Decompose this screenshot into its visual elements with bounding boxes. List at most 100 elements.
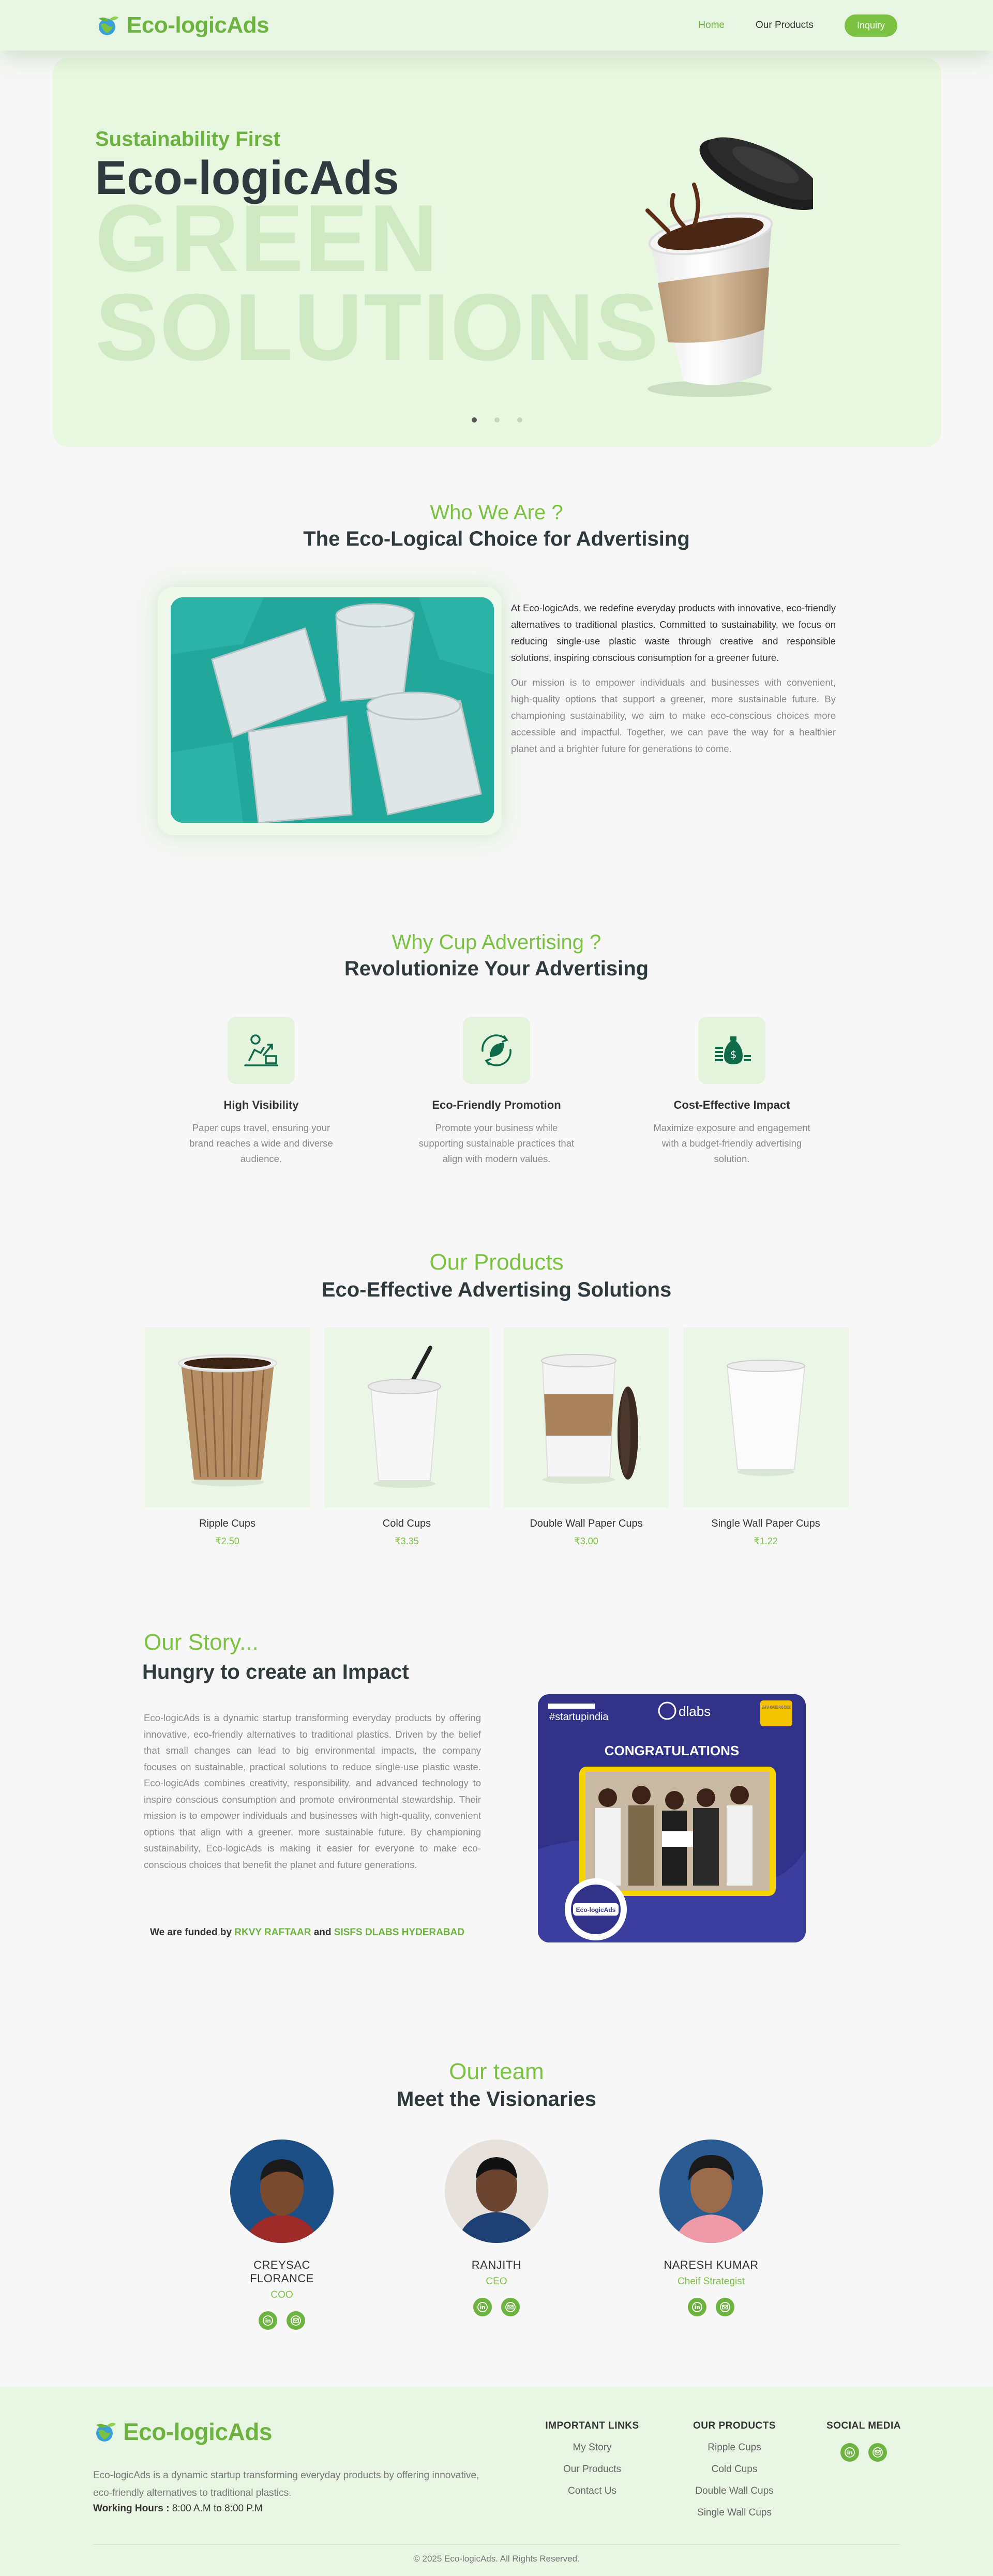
growth-chart-icon [228,1017,295,1084]
story-heading: Hungry to create an Impact [142,1661,409,1683]
product-name: Double Wall Paper Cups [530,1518,643,1529]
feature-card: Eco-Friendly Promotion Promote your busi… [416,1017,577,1167]
footer-divider [93,2544,900,2545]
products-heading: Eco-Effective Advertising Solutions [321,1278,672,1301]
footer-social-media: SOCIAL MEDIA [822,2420,905,2462]
brand-logo[interactable]: Eco-logicAds [96,12,269,38]
product-price: ₹2.50 [215,1536,239,1546]
dlabs-logo: dlabs [679,1704,711,1719]
eco-leaf-icon [463,1017,530,1084]
carousel-dot-3[interactable] [517,417,522,423]
team-eyebrow: Our team [449,2059,544,2084]
coffee-cup-image [645,137,813,397]
email-icon[interactable] [716,2298,734,2316]
linkedin-icon[interactable] [840,2443,859,2462]
carousel-dot-1[interactable] [472,417,477,423]
funded-by-line: We are funded by RKVY RAFTAAR and SISFS … [150,1927,464,1938]
why-cup-advertising-section: Why Cup Advertising ? Revolutionize Your… [0,931,993,1167]
footer-link-our-products[interactable]: Our Products [543,2464,641,2475]
feature-card: $ Cost-Effective Impact Maximize exposur… [652,1017,812,1167]
paper-cups-photo [171,597,494,823]
why-heading: Revolutionize Your Advertising [344,957,649,980]
carousel-dots [472,417,522,423]
who-heading: The Eco-Logical Choice for Advertising [303,528,690,550]
double-wall-cup-image [503,1328,669,1508]
hero-watermark-text: GREEN SOLUTIONS [95,185,660,380]
why-eyebrow: Why Cup Advertising ? [392,931,601,954]
hero-subtitle: Sustainability First [95,128,280,150]
carousel-dot-2[interactable] [494,417,500,423]
feature-title: High Visibility [223,1098,299,1111]
seed-fund-badge: STARTUP INDIA SEED FUND SCHEME [762,1705,791,1710]
nav-products-link[interactable]: Our Products [756,20,814,31]
working-hours-value: 8:00 A.M to 8:00 P.M [172,2503,263,2514]
member-name: CREYSAC FLORANCE [250,2258,314,2285]
brand-name: Eco-logicAds [127,12,269,38]
footer-link-cold-cups[interactable]: Cold Cups [685,2464,784,2475]
feature-title: Eco-Friendly Promotion [432,1098,561,1111]
working-hours: Working Hours : 8:00 A.M to 8:00 P.M [93,2503,263,2514]
product-name: Single Wall Paper Cups [711,1518,820,1529]
feature-card: High Visibility Paper cups travel, ensur… [181,1017,341,1167]
who-paragraph-1: At Eco-logicAds, we redefine everyday pr… [511,602,836,663]
member-role: Cheif Strategist [678,2276,745,2287]
linkedin-icon[interactable] [688,2298,706,2316]
avatar [230,2140,334,2243]
hero-watermark-line2: SOLUTIONS [95,274,660,380]
footer-col-title: SOCIAL MEDIA [826,2420,901,2431]
team-member-card: CREYSAC FLORANCE COO [230,2140,334,2330]
footer-col-title: OUR PRODUCTS [693,2420,776,2431]
member-name: RANJITH [471,2258,522,2271]
hero-watermark-line1: GREEN [95,185,439,291]
footer-link-double-wall-cups[interactable]: Double Wall Cups [685,2485,784,2497]
product-name: Cold Cups [382,1518,431,1529]
startupindia-tag: #startupindia [549,1711,609,1723]
feature-title: Cost-Effective Impact [673,1098,790,1111]
funded-and: and [313,1927,332,1938]
inquiry-button[interactable]: Inquiry [844,14,897,37]
linkedin-icon[interactable] [473,2298,492,2316]
team-section: Our team Meet the Visionaries CREYSAC FL… [0,2059,993,2330]
funder-rkvy: RKVY RAFTAAR [234,1927,311,1938]
footer-brand-name: Eco-logicAds [123,2418,272,2445]
hero-carousel: Sustainability First Eco-logicAds GREEN … [53,58,941,447]
footer-link-single-wall-cups[interactable]: Single Wall Cups [685,2507,784,2519]
team-heading: Meet the Visionaries [396,2088,597,2111]
footer-important-links: IMPORTANT LINKS My Story Our Products Co… [543,2420,641,2497]
linkedin-icon[interactable] [259,2311,277,2330]
feature-desc: Maximize exposure and engagement with a … [653,1122,810,1164]
footer-brand[interactable]: Eco-logicAds [93,2418,272,2446]
product-price: ₹3.35 [395,1536,419,1546]
who-eyebrow: Who We Are ? [430,501,563,524]
single-wall-cup-image [683,1328,849,1508]
funder-sisfs: SISFS DLABS HYDERABAD [334,1927,465,1938]
site-footer: Eco-logicAds Eco-logicAds is a dynamic s… [0,2387,993,2576]
feature-desc: Promote your business while supporting s… [418,1122,575,1164]
member-role: COO [270,2289,293,2300]
product-card[interactable]: Single Wall Paper Cups ₹1.22 [683,1328,849,1547]
nav-home-link[interactable]: Home [698,20,725,31]
working-hours-label: Working Hours : [93,2503,170,2514]
story-paragraph: Eco-logicAds is a dynamic startup transf… [144,1712,481,1870]
footer-link-contact-us[interactable]: Contact Us [543,2485,641,2497]
congratulations-banner: CONGRATULATIONS [605,1743,739,1758]
member-role: CEO [486,2276,507,2287]
product-card[interactable]: Ripple Cups ₹2.50 [144,1328,310,1547]
svg-text:$: $ [730,1048,737,1061]
copyright: © 2025 Eco-logicAds. All Rights Reserved… [413,2554,580,2564]
funded-prefix: We are funded by [150,1927,232,1938]
footer-link-ripple-cups[interactable]: Ripple Cups [685,2442,784,2453]
top-navbar: Eco-logicAds Home Our Products Inquiry [0,0,993,51]
story-eyebrow: Our Story... [144,1630,259,1655]
email-icon[interactable] [501,2298,520,2316]
email-icon[interactable] [868,2443,887,2462]
product-card[interactable]: Cold Cups ₹3.35 [324,1328,490,1547]
footer-link-my-story[interactable]: My Story [543,2442,641,2453]
who-paragraph-2: Our mission is to empower individuals an… [511,677,836,754]
cold-cup-image [324,1328,490,1508]
product-card[interactable]: Double Wall Paper Cups ₹3.00 [503,1328,669,1547]
email-icon[interactable] [287,2311,305,2330]
globe-logo-icon [96,2422,116,2442]
product-price: ₹3.00 [574,1536,598,1546]
our-story-section: Our Story... Hungry to create an Impact … [0,1630,993,1986]
